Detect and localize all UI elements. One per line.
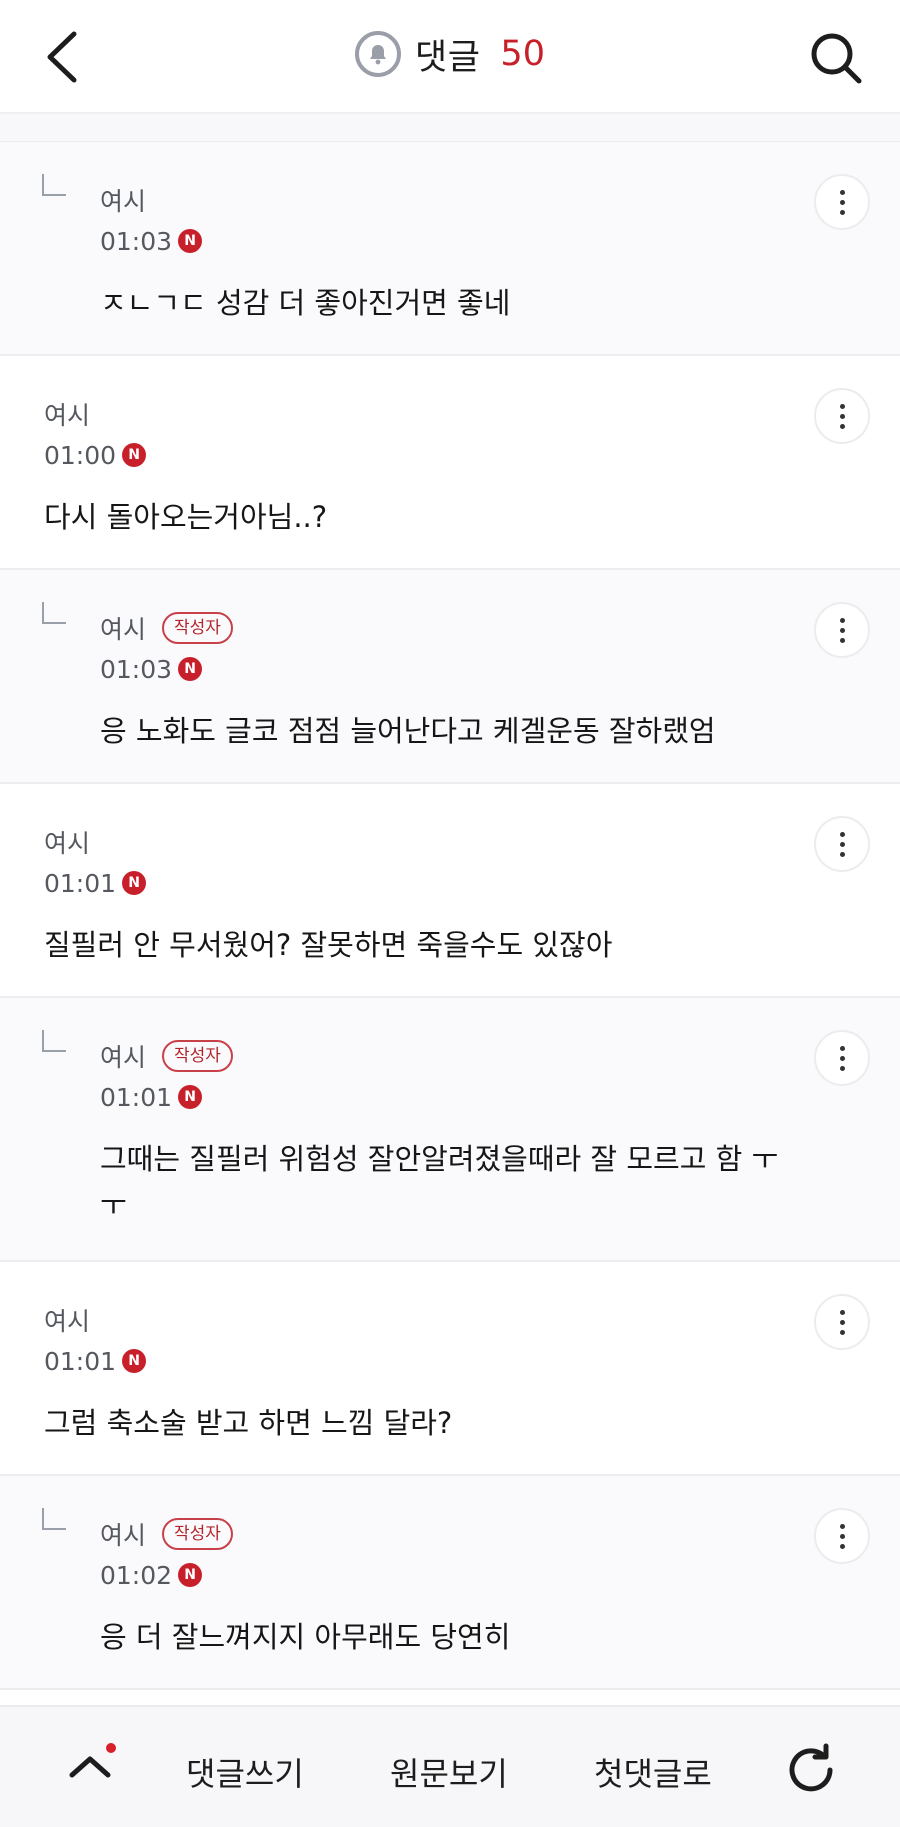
- new-badge-icon: N: [122, 1349, 147, 1373]
- comment-text: 다시 돌아오는거아님..?: [44, 500, 328, 534]
- more-icon: [839, 617, 845, 643]
- comment-text-line: 그때는 질필러 위험성 잘안알려졌을때라 잘 모르고 함 ㅜ: [100, 1142, 779, 1176]
- bottom-toolbar: 댓글쓰기 원문보기 첫댓글로: [0, 1705, 900, 1827]
- comment-time: 01:01: [100, 1082, 173, 1112]
- more-options-button[interactable]: [814, 1508, 870, 1564]
- comment-item: 여시 작성자 01:02 N 응 더 잘느껴지지 아무래도 당연히: [0, 1476, 900, 1690]
- comment-item: 여시 01:00 N 다시 돌아오는거아님..?: [0, 356, 900, 570]
- new-badge-icon: N: [178, 657, 203, 681]
- comment-text: 응 노화도 글코 점점 늘어난다고 케겔운동 잘하랬엄: [100, 714, 716, 748]
- more-icon: [839, 1309, 845, 1335]
- reply-indent-icon: [42, 1508, 66, 1530]
- back-icon[interactable]: [40, 30, 90, 84]
- comment-item: 여시 01:01 N 그럼 축소술 받고 하면 느낌 달라?: [0, 1262, 900, 1476]
- comment-time: 01:01: [44, 868, 117, 898]
- comment-text: 그때는 질필러 위험성 잘안알려졌을때라 잘 모르고 함 ㅜ ㅜ: [100, 1136, 840, 1228]
- new-badge-icon: N: [122, 443, 147, 467]
- comment-item: 여시 작성자 01:01 N 그때는 질필러 위험성 잘안알려졌을때라 잘 모르고 …: [0, 998, 900, 1262]
- search-icon[interactable]: [808, 30, 864, 86]
- comment-time: 01:00: [44, 440, 117, 470]
- author-badge: 작성자: [162, 612, 233, 644]
- more-options-button[interactable]: [814, 816, 870, 872]
- nickname[interactable]: 여시: [44, 396, 90, 432]
- comment-text-line: ㅜ: [100, 1188, 127, 1222]
- more-options-button[interactable]: [814, 1294, 870, 1350]
- comment-count: 50: [500, 34, 545, 74]
- author-badge: 작성자: [162, 1040, 233, 1072]
- comment-text: 질필러 안 무서웠어? 잘못하면 죽을수도 있잖아: [44, 928, 613, 962]
- comment-time: 01:03: [100, 654, 173, 684]
- comment-label: 댓글: [415, 37, 481, 78]
- nickname[interactable]: 여시: [100, 610, 146, 646]
- more-options-button[interactable]: [814, 388, 870, 444]
- new-badge-icon: N: [178, 1563, 203, 1587]
- comment-text: ㅈㄴㄱㄷ 성감 더 좋아진거면 좋네: [100, 286, 511, 320]
- comment-time: 01:03: [100, 226, 173, 256]
- nickname[interactable]: 여시: [100, 1516, 146, 1552]
- new-badge-icon: N: [178, 1085, 203, 1109]
- notification-bell-icon[interactable]: [355, 31, 402, 77]
- notification-dot: [106, 1743, 116, 1753]
- comment-text: 그럼 축소술 받고 하면 느낌 달라?: [44, 1406, 453, 1440]
- more-icon: [839, 403, 845, 429]
- comment-item: 여시 작성자 01:03 N 응 노화도 글코 점점 늘어난다고 케겔운동 잘하랬엄: [0, 570, 900, 784]
- more-icon: [839, 1045, 845, 1071]
- nickname[interactable]: 여시: [100, 182, 146, 218]
- nickname[interactable]: 여시: [100, 1038, 146, 1074]
- more-options-button[interactable]: [814, 1030, 870, 1086]
- new-badge-icon: N: [178, 229, 203, 253]
- more-icon: [839, 189, 845, 215]
- write-comment-button[interactable]: 댓글쓰기: [186, 1749, 304, 1795]
- more-options-button[interactable]: [814, 174, 870, 230]
- comment-text: 응 더 잘느껴지지 아무래도 당연히: [100, 1620, 511, 1654]
- first-comment-button[interactable]: 첫댓글로: [594, 1749, 712, 1795]
- reply-indent-icon: [42, 174, 66, 196]
- comment-item: 여시 01:03 N ㅈㄴㄱㄷ 성감 더 좋아진거면 좋네: [0, 142, 900, 356]
- nickname[interactable]: 여시: [44, 824, 90, 860]
- comment-list: 여시 01:03 N ㅈㄴㄱㄷ 성감 더 좋아진거면 좋네 여시 01:00 N 다…: [0, 142, 900, 1690]
- reply-indent-icon: [42, 1030, 66, 1052]
- nickname[interactable]: 여시: [44, 1302, 90, 1338]
- top-bar: 댓글 50: [0, 0, 900, 112]
- more-options-button[interactable]: [814, 602, 870, 658]
- more-icon: [839, 1523, 845, 1549]
- comment-item: 여시 01:01 N 질필러 안 무서웠어? 잘못하면 죽을수도 있잖아: [0, 784, 900, 998]
- comment-time: 01:02: [100, 1560, 173, 1590]
- new-badge-icon: N: [122, 871, 147, 895]
- refresh-icon[interactable]: [784, 1743, 838, 1797]
- reply-indent-icon: [42, 602, 66, 624]
- list-top-strip: [0, 114, 900, 142]
- more-icon: [839, 831, 845, 857]
- comment-time: 01:01: [44, 1346, 117, 1376]
- view-original-button[interactable]: 원문보기: [390, 1749, 508, 1795]
- page-title: 댓글 50: [355, 29, 545, 80]
- author-badge: 작성자: [162, 1518, 233, 1550]
